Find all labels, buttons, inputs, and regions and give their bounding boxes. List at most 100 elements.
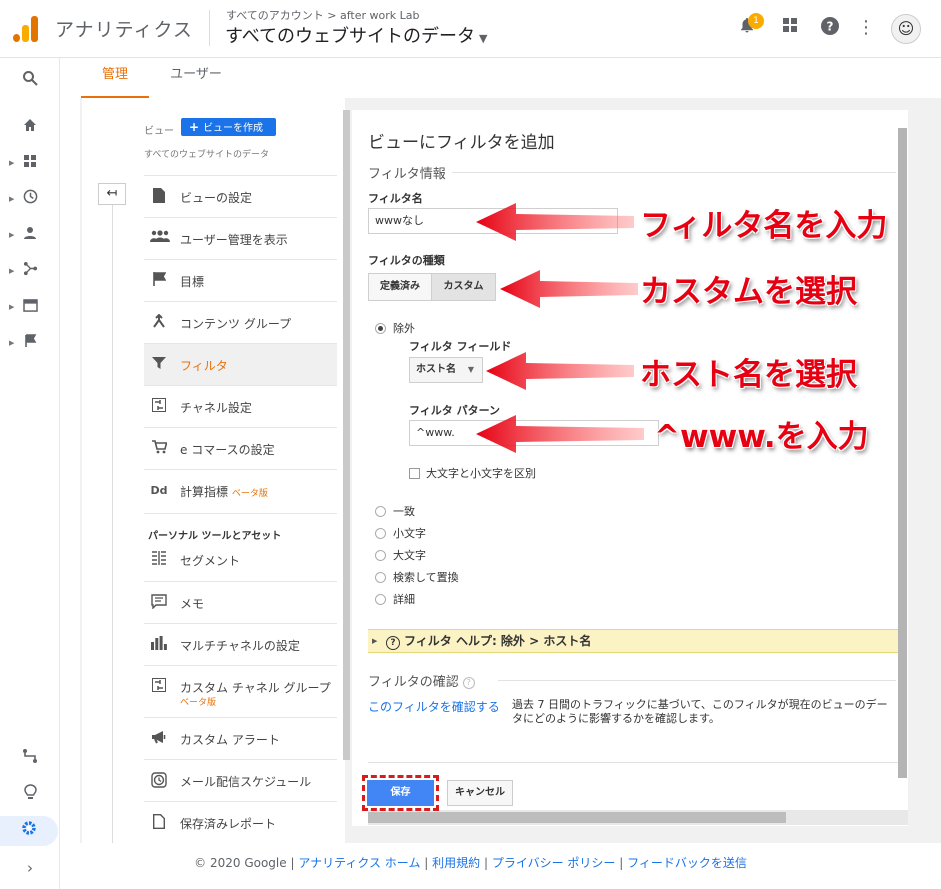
nav-filters[interactable]: フィルタ	[144, 343, 337, 385]
view-label: ビュー	[144, 126, 174, 137]
section-rule	[452, 172, 896, 173]
breadcrumb-property[interactable]: after work Lab	[340, 9, 420, 22]
option-radio-search-replace[interactable]	[375, 572, 386, 583]
home-icon[interactable]	[0, 112, 60, 142]
breadcrumb[interactable]: すべてのアカウント > after work Lab	[226, 7, 420, 23]
nav-content-grouping[interactable]: コンテンツ グループ	[144, 301, 337, 343]
plus-icon: +	[189, 120, 200, 134]
breadcrumb-account[interactable]: すべてのアカウント	[226, 9, 324, 22]
back-arrow-icon[interactable]: ↤	[98, 183, 126, 205]
apps-icon[interactable]	[778, 16, 802, 40]
nav-scrollbar[interactable]	[343, 110, 350, 760]
annotation-select-hostname: ホスト名を選択	[640, 357, 857, 393]
conversion-flag-icon[interactable]: ▶	[0, 328, 60, 358]
copyright: © 2020 Google	[194, 856, 287, 870]
option-radio-advanced[interactable]	[375, 594, 386, 605]
users-icon	[150, 230, 170, 248]
analytics-logo-icon[interactable]	[13, 14, 39, 42]
section-rule	[498, 680, 896, 681]
nav-segments[interactable]: セグメント	[144, 539, 337, 581]
discover-bulb-icon[interactable]	[0, 780, 60, 810]
case-sensitive-checkbox[interactable]	[409, 468, 420, 479]
filter-name-label: フィルタ名	[368, 192, 423, 205]
horizontal-scroll-thumb[interactable]	[368, 812, 786, 823]
acquisition-icon[interactable]: ▶	[0, 256, 60, 286]
option-radio-lowercase[interactable]	[375, 528, 386, 539]
horizontal-scrollbar[interactable]	[368, 810, 908, 825]
option-label: 検索して置換	[393, 571, 459, 584]
segment-icon	[150, 551, 168, 569]
nav-ecommerce-settings[interactable]: e コマースの設定	[144, 427, 337, 469]
annotation-arrow-4	[476, 415, 644, 453]
admin-tabs: 管理 ユーザー	[61, 58, 941, 98]
type-custom-button[interactable]: カスタム	[431, 273, 496, 301]
filter-help-text: フィルタ ヘルプ: 除外 > ホスト名	[404, 634, 592, 648]
nav-multichannel-settings[interactable]: マルチチャネルの設定	[144, 623, 337, 665]
footer-link-privacy[interactable]: プライバシー ポリシー	[492, 856, 616, 870]
caret-down-icon: ▼	[479, 32, 488, 45]
attribution-icon[interactable]	[0, 744, 60, 774]
create-view-button[interactable]: + ビューを作成	[181, 118, 276, 136]
option-radio-match[interactable]	[375, 506, 386, 517]
option-radio-uppercase[interactable]	[375, 550, 386, 561]
app-title[interactable]: アナリティクス	[55, 15, 193, 42]
nav-label: ユーザー管理を表示	[180, 233, 288, 247]
search-icon[interactable]	[0, 66, 60, 96]
nav-label: メール配信スケジュール	[180, 775, 312, 789]
nav-guide-line	[112, 205, 113, 843]
nav-calculated-metrics[interactable]: Dd 計算指標 ベータ版	[144, 469, 337, 511]
nav-goals[interactable]: 目標	[144, 259, 337, 301]
nav-scheduled-emails[interactable]: メール配信スケジュール	[144, 759, 337, 801]
avatar[interactable]: ☺	[891, 14, 921, 44]
help-icon[interactable]: ?	[818, 16, 842, 40]
nav-custom-channel-grouping[interactable]: カスタム チャネル グループ ベータ版	[144, 665, 337, 717]
save-highlight-box	[362, 775, 439, 811]
footer-link-home[interactable]: アナリティクス ホーム	[298, 856, 420, 870]
filter-help-bar[interactable]: ▶? フィルタ ヘルプ: 除外 > ホスト名	[368, 629, 898, 653]
nav-view-settings[interactable]: ビューの設定	[144, 175, 337, 217]
saved-report-icon	[150, 814, 168, 832]
form-title: ビューにフィルタを追加	[368, 133, 555, 153]
nav-view-user-management[interactable]: ユーザー管理を表示	[144, 217, 337, 259]
option-label: 大文字	[393, 549, 426, 562]
filter-field-dropdown[interactable]: ホスト名 ▼	[409, 357, 483, 383]
footer-link-feedback[interactable]: フィードバックを送信	[627, 856, 747, 870]
nav-saved-reports[interactable]: 保存済みレポート	[144, 801, 337, 843]
annotation-arrow-2	[500, 270, 638, 308]
view-selector[interactable]: すべてのウェブサイトのデータ ▼	[225, 22, 488, 48]
behavior-icon[interactable]: ▶	[0, 292, 60, 322]
more-vert-icon[interactable]: ⋮	[854, 16, 878, 40]
form-scrollbar[interactable]	[898, 128, 907, 778]
verify-filter-link[interactable]: このフィルタを確認する	[368, 698, 500, 715]
realtime-clock-icon[interactable]: ▶	[0, 184, 60, 214]
help-icon[interactable]: ?	[462, 676, 475, 689]
nav-custom-alerts[interactable]: カスタム アラート	[144, 717, 337, 759]
cancel-button[interactable]: キャンセル	[447, 780, 513, 806]
exclude-radio[interactable]	[375, 323, 386, 334]
type-predefined-button[interactable]: 定義済み	[368, 273, 432, 301]
customization-icon[interactable]: ▶	[0, 148, 60, 178]
tab-admin[interactable]: 管理	[81, 58, 149, 98]
annotation-enter-pattern: ^www.を入力	[654, 419, 869, 455]
top-header: アナリティクス すべてのアカウント > after work Lab すべてのウ…	[0, 0, 941, 58]
notification-badge: 1	[748, 13, 764, 29]
beta-badge: ベータ版	[231, 489, 268, 499]
admin-gear-icon[interactable]	[0, 816, 58, 846]
tab-user[interactable]: ユーザー	[159, 58, 233, 98]
nav-label: カスタム チャネル グループ	[180, 681, 331, 695]
nav-label: チャネル設定	[180, 401, 252, 415]
audience-person-icon[interactable]: ▶	[0, 220, 60, 250]
footer-link-terms[interactable]: 利用規約	[432, 856, 480, 870]
nav-label: セグメント	[180, 554, 241, 568]
left-rail: ▶ ▶ ▶ ▶ ▶ ▶ ›	[0, 58, 60, 889]
view-name[interactable]: すべてのウェブサイトのデータ	[144, 147, 269, 160]
nav-label: 計算指標 ベータ版	[180, 483, 268, 500]
button-divider	[368, 762, 898, 763]
memo-icon	[150, 594, 168, 612]
nav-annotations[interactable]: メモ	[144, 581, 337, 623]
exclude-label: 除外	[393, 322, 415, 335]
annotation-arrow-1	[476, 203, 634, 241]
bar-chart-icon	[150, 636, 168, 654]
nav-channel-settings[interactable]: チャネル設定	[144, 385, 337, 427]
cart-icon	[150, 440, 168, 458]
